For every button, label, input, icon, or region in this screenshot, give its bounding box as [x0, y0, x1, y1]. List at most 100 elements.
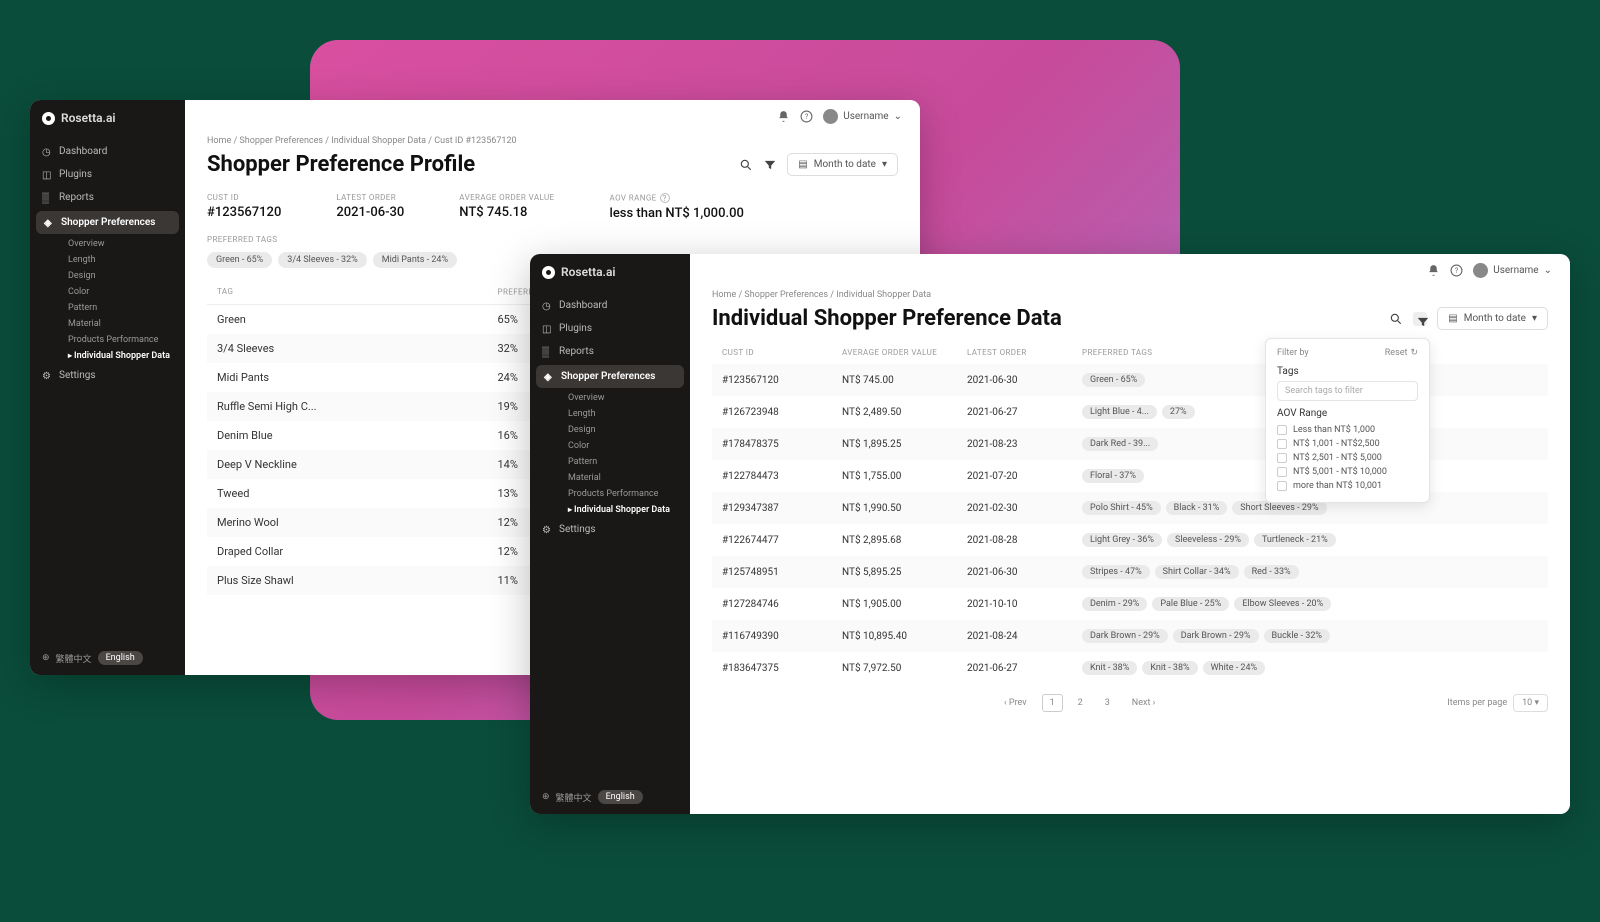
nav-plugins[interactable]: ◫Plugins	[530, 317, 690, 340]
tags-search-input[interactable]: Search tags to filter	[1277, 381, 1418, 401]
tag-pill[interactable]: 3/4 Sleeves - 32%	[278, 252, 366, 268]
stat-aov: AVERAGE ORDER VALUENT$ 745.18	[459, 193, 554, 221]
tag-pill[interactable]: Floral - 37%	[1082, 469, 1144, 483]
tag-pill[interactable]: Sleeveless - 29%	[1167, 533, 1249, 547]
subnav-design[interactable]: Design	[44, 268, 185, 284]
nav-settings[interactable]: ⚙Settings	[530, 518, 690, 541]
search-icon[interactable]	[739, 158, 753, 172]
tag-pill[interactable]: 27%	[1162, 405, 1195, 419]
tag-pill[interactable]: Knit - 38%	[1142, 661, 1197, 675]
help-icon[interactable]: ?	[1450, 264, 1463, 277]
subnav-design[interactable]: Design	[544, 422, 690, 438]
tag-pill[interactable]: Pale Blue - 25%	[1152, 597, 1229, 611]
search-icon[interactable]	[1389, 312, 1403, 326]
nav-plugins[interactable]: ◫Plugins	[30, 163, 185, 186]
lang-en[interactable]: English	[598, 790, 643, 804]
help-icon[interactable]: ?	[660, 193, 670, 203]
filter-checkbox[interactable]: Less than NT$ 1,000	[1277, 423, 1418, 437]
gear-icon: ⚙	[42, 371, 52, 381]
logo[interactable]: Rosetta.ai	[30, 100, 185, 136]
brand-name: Rosetta.ai	[561, 265, 616, 279]
table-row[interactable]: #116749390NT$ 10,895.402021-08-24Dark Br…	[712, 620, 1548, 652]
page-title: Shopper Preference Profile	[207, 152, 475, 177]
stat-cust-id: CUST ID#123567120	[207, 193, 281, 221]
bell-icon[interactable]	[1427, 264, 1440, 277]
tag-pill[interactable]: Denim - 29%	[1082, 597, 1147, 611]
subnav-length[interactable]: Length	[44, 252, 185, 268]
filter-tags-label: Tags	[1277, 366, 1418, 377]
reset-button[interactable]: Reset ↻	[1385, 348, 1418, 358]
page-1[interactable]: 1	[1042, 694, 1063, 712]
filter-checkbox[interactable]: NT$ 2,501 - NT$ 5,000	[1277, 451, 1418, 465]
items-per-page: Items per page 10 ▾	[1447, 694, 1548, 712]
table-row[interactable]: #183647375NT$ 7,972.502021-06-27Knit - 3…	[712, 652, 1548, 684]
tag-pill[interactable]: Knit - 38%	[1082, 661, 1137, 675]
tag-pill[interactable]: Midi Pants - 24%	[373, 252, 457, 268]
ipp-select[interactable]: 10 ▾	[1513, 694, 1548, 712]
subnav-color[interactable]: Color	[44, 284, 185, 300]
subnav-length[interactable]: Length	[544, 406, 690, 422]
tag-pill[interactable]: Polo Shirt - 45%	[1082, 501, 1161, 515]
nav-shopper-preferences[interactable]: ◈Shopper Preferences	[36, 211, 179, 234]
tag-pill[interactable]: Green - 65%	[207, 252, 272, 268]
tag-pill[interactable]: Light Grey - 36%	[1082, 533, 1162, 547]
tag-pill[interactable]: Light Blue - 4...	[1082, 405, 1157, 419]
nav-reports[interactable]: ▒Reports	[30, 186, 185, 209]
tag-pill[interactable]: Dark Red - 39...	[1082, 437, 1158, 451]
subnav-products-performance[interactable]: Products Performance	[44, 332, 185, 348]
tag-pill[interactable]: Red - 33%	[1244, 565, 1299, 579]
user-menu[interactable]: Username ⌄	[1473, 263, 1552, 278]
table-row[interactable]: #125748951NT$ 5,895.252021-06-30Stripes …	[712, 556, 1548, 588]
filter-checkbox[interactable]: NT$ 5,001 - NT$ 10,000	[1277, 465, 1418, 479]
sidebar: Rosetta.ai ◷Dashboard ◫Plugins ▒Reports …	[530, 254, 690, 814]
page-2[interactable]: 2	[1071, 695, 1090, 711]
user-menu[interactable]: Username ⌄	[823, 109, 902, 124]
prev-button[interactable]: ‹ Prev	[997, 695, 1034, 711]
table-row[interactable]: #127284746NT$ 1,905.002021-10-10Denim - …	[712, 588, 1548, 620]
tag-pill[interactable]: Black - 31%	[1166, 501, 1228, 515]
stats-row: CUST ID#123567120 LATEST ORDER2021-06-30…	[185, 187, 920, 231]
subnav-material[interactable]: Material	[44, 316, 185, 332]
filter-icon[interactable]	[1413, 312, 1427, 326]
bell-icon[interactable]	[777, 110, 790, 123]
nav-dashboard[interactable]: ◷Dashboard	[530, 294, 690, 317]
tag-pill[interactable]: Stripes - 47%	[1082, 565, 1150, 579]
tag-pill[interactable]: Dark Brown - 29%	[1173, 629, 1259, 643]
next-button[interactable]: Next ›	[1125, 695, 1163, 711]
subnav-individual-shopper-data[interactable]: Individual Shopper Data	[44, 348, 185, 364]
nav-shopper-preferences[interactable]: ◈Shopper Preferences	[536, 365, 684, 388]
tag-pill[interactable]: Green - 65%	[1082, 373, 1145, 387]
filter-icon[interactable]	[763, 158, 777, 172]
tag-pill[interactable]: Buckle - 32%	[1264, 629, 1330, 643]
tag-pill[interactable]: Dark Brown - 29%	[1082, 629, 1168, 643]
subnav-pattern[interactable]: Pattern	[44, 300, 185, 316]
nav-reports[interactable]: ▒Reports	[530, 340, 690, 363]
help-icon[interactable]: ?	[800, 110, 813, 123]
tag-pill[interactable]: White - 24%	[1203, 661, 1266, 675]
tag-pill[interactable]: Short Sleeves - 29%	[1232, 501, 1326, 515]
lang-zh[interactable]: 繁體中文	[56, 652, 92, 665]
lang-en[interactable]: English	[98, 651, 143, 665]
nav-settings[interactable]: ⚙Settings	[30, 364, 185, 387]
page-3[interactable]: 3	[1098, 695, 1117, 711]
subnav-products-performance[interactable]: Products Performance	[544, 486, 690, 502]
lang-zh[interactable]: 繁體中文	[556, 791, 592, 804]
subnav-individual-shopper-data[interactable]: Individual Shopper Data	[544, 502, 690, 518]
tag-pill[interactable]: Turtleneck - 21%	[1254, 533, 1336, 547]
tag-pill[interactable]: Shirt Collar - 34%	[1155, 565, 1239, 579]
nav-dashboard[interactable]: ◷Dashboard	[30, 140, 185, 163]
subnav-material[interactable]: Material	[544, 470, 690, 486]
subnav-overview[interactable]: Overview	[544, 390, 690, 406]
filter-checkbox[interactable]: NT$ 1,001 - NT$2,500	[1277, 437, 1418, 451]
gauge-icon: ◷	[42, 147, 52, 157]
subnav-overview[interactable]: Overview	[44, 236, 185, 252]
table-row[interactable]: #122674477NT$ 2,895.682021-08-28Light Gr…	[712, 524, 1548, 556]
date-range-selector[interactable]: ▤ Month to date ▾	[1437, 307, 1548, 330]
plugin-icon: ◫	[542, 324, 552, 334]
subnav-color[interactable]: Color	[544, 438, 690, 454]
tag-pill[interactable]: Elbow Sleeves - 20%	[1234, 597, 1331, 611]
logo[interactable]: Rosetta.ai	[530, 254, 690, 290]
filter-checkbox[interactable]: more than NT$ 10,001	[1277, 479, 1418, 493]
subnav-pattern[interactable]: Pattern	[544, 454, 690, 470]
date-range-selector[interactable]: ▤ Month to date ▾	[787, 153, 898, 176]
